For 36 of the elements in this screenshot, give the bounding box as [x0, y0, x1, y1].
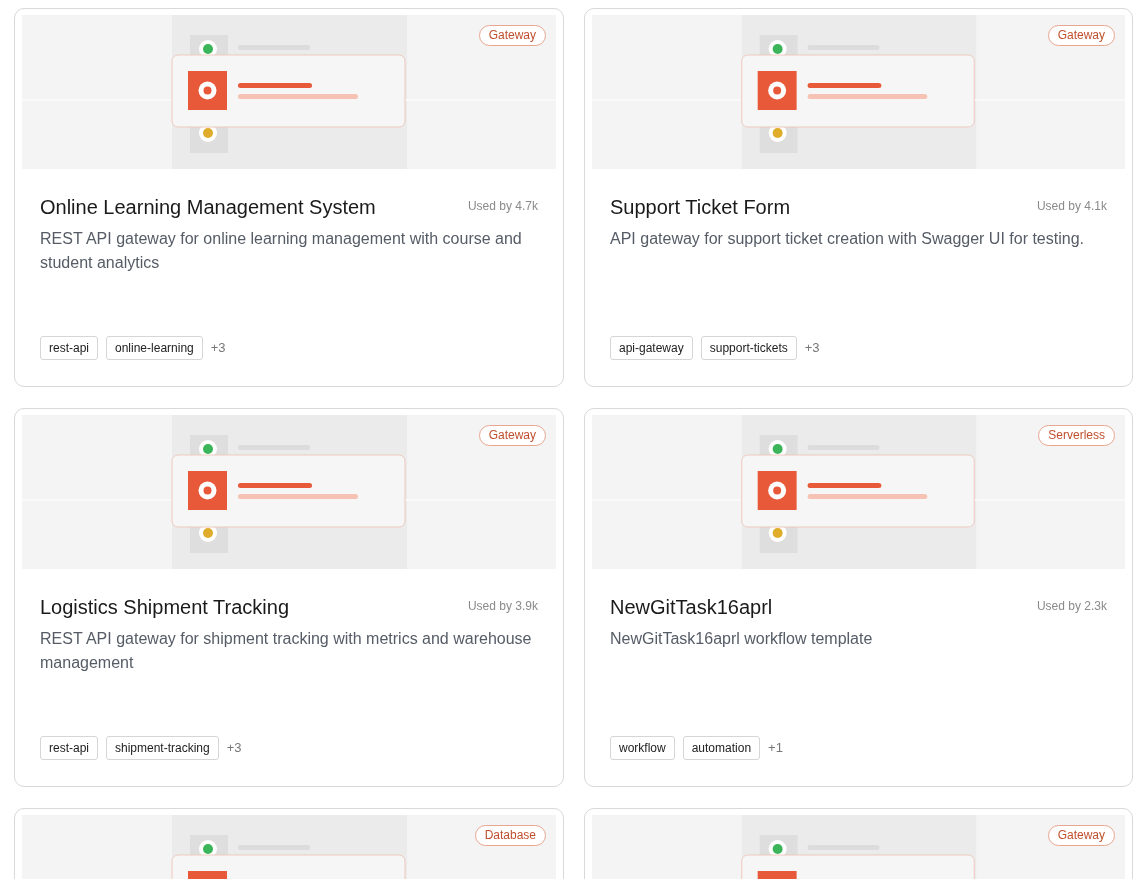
tag-chip: online-learning: [106, 336, 203, 360]
tag-chip: api-gateway: [610, 336, 693, 360]
tag-chip: shipment-tracking: [106, 736, 219, 760]
more-tags-count: +1: [768, 739, 783, 758]
tag-chip: rest-api: [40, 736, 98, 760]
usage-count: Used by 2.3k: [1036, 598, 1107, 615]
template-title: Logistics Shipment Tracking: [40, 595, 289, 619]
template-card[interactable]: Gateway Support Ticket Form Used by 4.1k API gateway for support ticket creation with Swagger UI for testing. api-gateway support-tickets +3: [584, 8, 1133, 387]
tag-chip: workflow: [610, 736, 675, 760]
usage-count: Used by 4.7k: [467, 198, 538, 215]
more-tags-count: +3: [226, 739, 242, 758]
category-badge: Gateway: [1047, 25, 1115, 46]
more-tags-count: +3: [210, 339, 226, 358]
usage-count: Used by 3.9k: [467, 598, 538, 615]
template-description: REST API gateway for shipment tracking with metrics and warehouse management: [40, 629, 533, 673]
category-badge: Serverless: [1038, 425, 1115, 446]
category-badge: Database: [474, 825, 546, 846]
template-card[interactable]: Gateway Logistics Shipment Tracking Used by 3.9k REST API gateway for shipment tracking with metrics and warehouse management rest-api shipment-tracking +3: [14, 408, 564, 787]
template-card[interactable]: Serverless NewGitTask16aprl Used by 2.3k NewGitTask16aprl workflow template workflow automation +1: [584, 408, 1133, 787]
category-badge: Gateway: [478, 25, 546, 46]
template-description: API gateway for support ticket creation with Swagger UI for testing.: [610, 229, 1085, 249]
usage-count: Used by 4.1k: [1036, 198, 1107, 215]
template-card[interactable]: Gateway: [584, 808, 1133, 879]
template-description: REST API gateway for online learning management with course and student analytics: [40, 229, 523, 273]
category-badge: Gateway: [478, 425, 546, 446]
tag-chip: rest-api: [40, 336, 98, 360]
template-card[interactable]: Database: [14, 808, 564, 879]
template-title: Online Learning Management System: [40, 195, 376, 219]
template-title: Support Ticket Form: [610, 195, 791, 219]
more-tags-count: +3: [804, 339, 820, 358]
template-description: NewGitTask16aprl workflow template: [610, 629, 874, 649]
template-card[interactable]: Gateway Online Learning Management System Used by 4.7k REST API gateway for online learning management with course and student analytics rest-api online-learning +3: [14, 8, 564, 387]
tag-chip: automation: [682, 736, 761, 760]
template-title: NewGitTask16aprl: [610, 595, 773, 619]
category-badge: Gateway: [1047, 825, 1115, 846]
tag-chip: support-tickets: [700, 336, 797, 360]
